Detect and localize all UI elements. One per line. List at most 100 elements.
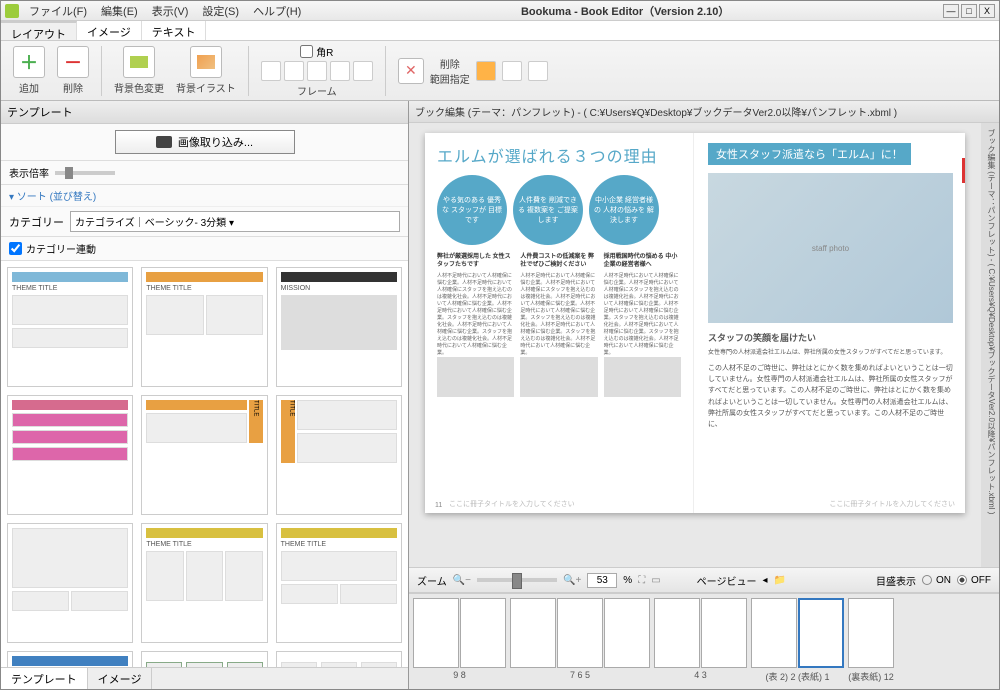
menu-file[interactable]: ファイル(F) bbox=[23, 1, 93, 21]
zoom-out-icon[interactable]: 🔍− bbox=[453, 575, 471, 586]
page-right[interactable]: 女性スタッフ派遣なら「エルム」に！ staff photo スタッフの笑顔を届け… bbox=[696, 133, 965, 513]
document-path: ブック編集 (テーマ：パンフレット) - ( C:¥Users¥Q¥Deskto… bbox=[409, 101, 999, 123]
ribbon-delete[interactable]: － 削除 bbox=[53, 46, 93, 95]
frame-preset-4[interactable] bbox=[330, 61, 350, 81]
canvas-scroll[interactable]: エルムが選ばれる３つの理由 やる気のある 優秀な スタッフが 目標です 人件費を… bbox=[409, 123, 981, 567]
fit-page-icon[interactable]: ▭ bbox=[651, 575, 660, 586]
template-thumb[interactable]: THEME TITLE bbox=[141, 523, 267, 643]
ribbon-bgcolor[interactable]: 背景色変更 bbox=[110, 46, 168, 95]
ribbon-range-group: ✕ 削除 範囲指定 bbox=[394, 56, 552, 86]
template-thumb[interactable]: THEME TITLE bbox=[141, 267, 267, 387]
fit-width-icon[interactable]: ⛶ bbox=[638, 575, 645, 586]
editor-panel: ブック編集 (テーマ：パンフレット) - ( C:¥Users¥Q¥Deskto… bbox=[409, 101, 999, 689]
photo-placeholder bbox=[604, 357, 681, 397]
template-grid: THEME TITLE THEME TITLE MISSION TITLE TI… bbox=[1, 261, 408, 667]
frame-preset-3[interactable] bbox=[307, 61, 327, 81]
zoom-in-icon[interactable]: 🔍+ bbox=[563, 575, 581, 586]
maximize-button[interactable]: □ bbox=[961, 4, 977, 18]
minimize-button[interactable]: — bbox=[943, 4, 959, 18]
ribbon-add[interactable]: ＋ 追加 bbox=[9, 46, 49, 95]
menu-edit[interactable]: 編集(E) bbox=[95, 1, 144, 21]
circle-3: 中小企業 経営者様の 人材の悩みを 解決します bbox=[589, 175, 659, 245]
left-bottom-tabs: テンプレート イメージ bbox=[1, 667, 408, 689]
sort-link[interactable]: ▾ ソート (並び替え) bbox=[1, 185, 408, 207]
range-btn-3[interactable] bbox=[528, 61, 548, 81]
zoom-slider[interactable] bbox=[477, 578, 557, 582]
canvas-area: エルムが選ばれる３つの理由 やる気のある 優秀な スタッフが 目標です 人件費を… bbox=[409, 123, 999, 567]
menu-view[interactable]: 表示(V) bbox=[146, 1, 195, 21]
menubar: ファイル(F) 編集(E) 表示(V) 設定(S) ヘルプ(H) bbox=[23, 1, 307, 21]
frame-preset-2[interactable] bbox=[284, 61, 304, 81]
page-thumb-strip[interactable]: 9 8 7 6 5 4 3 (表 2) 2 (表紙) 1 bbox=[409, 593, 999, 689]
bgillust-icon bbox=[197, 55, 215, 69]
template-thumb[interactable]: THEME TITLE bbox=[276, 523, 402, 643]
category-link-check[interactable] bbox=[9, 242, 22, 255]
template-thumb[interactable]: THEME TITLE bbox=[7, 651, 133, 667]
accent-bar bbox=[962, 158, 965, 183]
page-subheading: 女性スタッフ派遣なら「エルム」に！ bbox=[708, 143, 911, 165]
folder-icon[interactable]: 📁 bbox=[774, 575, 786, 586]
template-thumb[interactable] bbox=[7, 395, 133, 515]
vertical-doc-tab[interactable]: ブック編集 (テーマ：パンフレット) - ( C:¥Users¥Q¥Deskto… bbox=[981, 123, 999, 567]
frame-preset-1[interactable] bbox=[261, 61, 281, 81]
frame-preset-5[interactable] bbox=[353, 61, 373, 81]
thumb-pair[interactable]: 7 6 5 bbox=[510, 598, 650, 685]
menu-help[interactable]: ヘルプ(H) bbox=[247, 1, 307, 21]
template-thumb[interactable]: ✓ bbox=[141, 651, 267, 667]
close-button[interactable]: X bbox=[979, 4, 995, 18]
window-title: Bookuma - Book Editor（Version 2.10） bbox=[307, 3, 943, 19]
photo-placeholder bbox=[520, 357, 597, 397]
thumb-pair[interactable]: 4 3 bbox=[654, 598, 747, 685]
template-thumb[interactable] bbox=[7, 523, 133, 643]
template-thumb[interactable] bbox=[276, 651, 402, 667]
thumb-pair[interactable]: (表 2) 2 (表紙) 1 bbox=[751, 598, 844, 685]
delete-button[interactable]: ✕ bbox=[398, 58, 424, 84]
menu-settings[interactable]: 設定(S) bbox=[196, 1, 245, 21]
three-columns: 弊社が厳選採用した 女性スタッフたちです人材不足時代において人材確保に悩む企業。… bbox=[437, 253, 681, 400]
photo-placeholder bbox=[437, 357, 514, 397]
thumb-zoom-row: 表示倍率 bbox=[1, 161, 408, 185]
thumb-pair[interactable]: 9 8 bbox=[413, 598, 506, 685]
main-area: テンプレート 画像取り込み... 表示倍率 ▾ ソート (並び替え) カテゴリー… bbox=[1, 101, 999, 689]
plus-icon: ＋ bbox=[20, 49, 38, 75]
grid-on-radio[interactable]: ON bbox=[922, 575, 951, 586]
thumb-pair[interactable]: (裏表紙) 12 bbox=[848, 598, 894, 685]
range-btn-1[interactable] bbox=[476, 61, 496, 81]
page-heading: エルムが選ばれる３つの理由 bbox=[437, 143, 681, 167]
app-window: ファイル(F) 編集(E) 表示(V) 設定(S) ヘルプ(H) Bookuma… bbox=[0, 0, 1000, 690]
page-left[interactable]: エルムが選ばれる３つの理由 やる気のある 優秀な スタッフが 目標です 人件費を… bbox=[425, 133, 694, 513]
circle-1: やる気のある 優秀な スタッフが 目標です bbox=[437, 175, 507, 245]
ribbon-tab-image[interactable]: イメージ bbox=[77, 21, 142, 40]
ribbon-tab-layout[interactable]: レイアウト bbox=[1, 21, 77, 40]
grid-off-radio[interactable]: OFF bbox=[957, 575, 991, 586]
panel-header: テンプレート bbox=[1, 101, 408, 124]
category-link-row: カテゴリー連動 bbox=[1, 237, 408, 261]
import-image-button[interactable]: 画像取り込み... bbox=[115, 130, 295, 154]
template-thumb[interactable]: TITLE bbox=[276, 395, 402, 515]
ribbon-tabs: レイアウト イメージ テキスト bbox=[1, 21, 999, 41]
template-panel: テンプレート 画像取り込み... 表示倍率 ▾ ソート (並び替え) カテゴリー… bbox=[1, 101, 409, 689]
template-thumb[interactable]: THEME TITLE bbox=[7, 267, 133, 387]
page-spread[interactable]: エルムが選ばれる３つの理由 やる気のある 優秀な スタッフが 目標です 人件費を… bbox=[425, 133, 965, 513]
chevron-down-icon: ▾ bbox=[229, 218, 234, 229]
ribbon: ＋ 追加 － 削除 背景色変更 背景イラスト 角R フレーム bbox=[1, 41, 999, 101]
zoom-value[interactable]: 53 bbox=[587, 573, 617, 588]
window-controls: — □ X bbox=[943, 4, 995, 18]
template-thumb[interactable]: TITLE bbox=[141, 395, 267, 515]
zoom-bar: ズーム 🔍− 🔍+ 53 % ⛶ ▭ ページビュー ◂ 📁 目盛表示 ON OF… bbox=[409, 567, 999, 593]
left-tab-image[interactable]: イメージ bbox=[88, 668, 153, 689]
range-btn-2[interactable] bbox=[502, 61, 522, 81]
ribbon-tab-text[interactable]: テキスト bbox=[142, 21, 207, 40]
titlebar: ファイル(F) 編集(E) 表示(V) 設定(S) ヘルプ(H) Bookuma… bbox=[1, 1, 999, 21]
ribbon-bgillust[interactable]: 背景イラスト bbox=[172, 46, 240, 95]
circle-row: やる気のある 優秀な スタッフが 目標です 人件費を 削減できる 複数案を ご提… bbox=[437, 175, 681, 245]
thumb-zoom-slider[interactable] bbox=[55, 171, 115, 175]
page-number: 11 bbox=[435, 502, 442, 509]
left-tab-template[interactable]: テンプレート bbox=[1, 668, 88, 689]
category-row: カテゴリー カテゴライズ｜ベーシック- 3分類 ▾ bbox=[1, 207, 408, 237]
category-select[interactable]: カテゴライズ｜ベーシック- 3分類 ▾ bbox=[70, 211, 400, 232]
template-thumb[interactable]: MISSION bbox=[276, 267, 402, 387]
pageview-prev-icon[interactable]: ◂ bbox=[762, 575, 767, 586]
round-corner-check[interactable] bbox=[300, 45, 313, 58]
delete-icon: ✕ bbox=[405, 62, 417, 79]
